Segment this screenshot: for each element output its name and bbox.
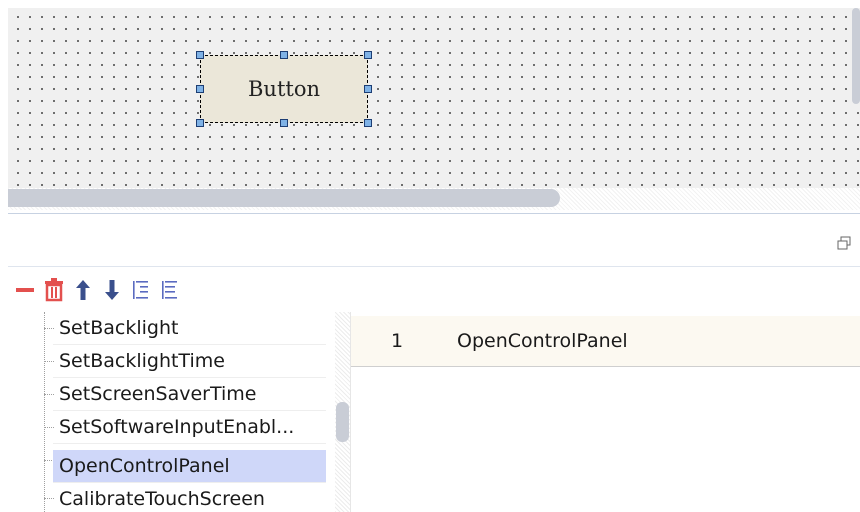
move-up-icon: [76, 280, 90, 300]
table-row[interactable]: 1 OpenControlPanel: [351, 316, 860, 367]
list-item[interactable]: SetSoftwareInputEnabl...: [53, 411, 326, 444]
tree-connector: [44, 312, 45, 512]
trash-icon: [45, 278, 63, 302]
remove-button[interactable]: [14, 278, 36, 302]
resize-handle-bottom[interactable]: [280, 119, 288, 127]
list-item[interactable]: SetBacklight: [53, 312, 326, 345]
resize-handle-left[interactable]: [196, 85, 204, 93]
resize-handle-top-left[interactable]: [196, 51, 204, 59]
resize-handle-bottom-right[interactable]: [364, 119, 372, 127]
action-toolbar: [8, 274, 181, 306]
outdent-icon: [162, 281, 177, 299]
divider: [8, 213, 860, 214]
resize-handle-right[interactable]: [364, 85, 372, 93]
restore-window-icon[interactable]: [836, 235, 852, 251]
move-down-button[interactable]: [101, 278, 123, 302]
action-grid: 1 OpenControlPanel: [350, 312, 860, 512]
resize-handle-top-right[interactable]: [364, 51, 372, 59]
row-index: 1: [391, 330, 404, 352]
list-item[interactable]: CalibrateTouchScreen: [53, 483, 326, 512]
list-item[interactable]: SetScreenSaverTime: [53, 378, 326, 411]
design-button-widget[interactable]: Button: [200, 55, 368, 123]
list-scrollbar-thumb[interactable]: [336, 402, 349, 442]
design-button-label: Button: [247, 77, 320, 101]
indent-button[interactable]: [130, 278, 152, 302]
list-item[interactable]: SetBacklightTime: [53, 345, 326, 378]
canvas-vertical-scrollbar[interactable]: [852, 8, 860, 104]
panel-header: [8, 224, 860, 267]
outdent-button[interactable]: [159, 278, 181, 302]
move-down-icon: [105, 280, 119, 300]
list-vertical-scrollbar[interactable]: [335, 312, 350, 512]
function-list: SetBacklight SetBacklightTime SetScreenS…: [8, 312, 350, 512]
move-up-button[interactable]: [72, 278, 94, 302]
indent-icon: [133, 281, 148, 299]
resize-handle-bottom-left[interactable]: [196, 119, 204, 127]
row-action-name: OpenControlPanel: [457, 330, 628, 352]
horizontal-scrollbar-thumb[interactable]: [8, 189, 560, 207]
minus-icon: [16, 288, 34, 292]
design-canvas[interactable]: [8, 8, 860, 188]
delete-button[interactable]: [43, 278, 65, 302]
canvas-horizontal-scrollbar[interactable]: [8, 188, 860, 210]
resize-handle-top[interactable]: [280, 51, 288, 59]
list-item-selected[interactable]: OpenControlPanel: [53, 450, 326, 483]
